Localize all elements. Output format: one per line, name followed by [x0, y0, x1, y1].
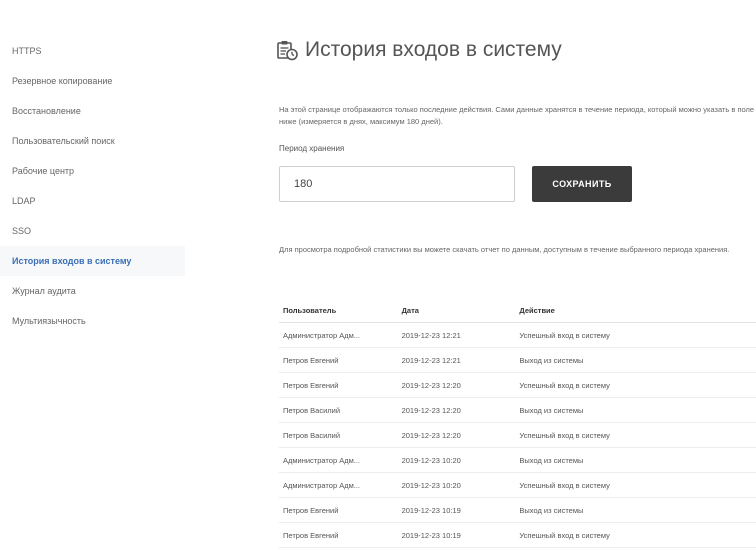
period-label: Период хранения: [279, 144, 345, 153]
cell-user: Администратор Адм...: [279, 322, 398, 348]
cell-user: Петров Евгений: [279, 347, 398, 373]
download-info-text: Для просмотра подробной статистики вы мо…: [279, 244, 730, 254]
login-history-table: Пользователь Дата Действие Администратор…: [279, 298, 756, 548]
column-header-user: Пользователь: [279, 298, 398, 323]
cell-date: 2019-12-23 10:20: [397, 472, 516, 498]
table-row: Петров Василий 2019-12-23 12:20 Успешный…: [279, 422, 756, 448]
cell-date: 2019-12-23 10:20: [397, 447, 516, 473]
cell-user: Петров Евгений: [279, 372, 398, 398]
sidebar-menu: HTTPS Резервное копирование Восстановлен…: [0, 36, 185, 336]
cell-user: Администратор Адм...: [279, 447, 398, 473]
cell-user: Петров Василий: [279, 422, 398, 448]
cell-date: 2019-12-23 12:20: [397, 397, 516, 423]
cell-action: Успешный вход в систему: [515, 322, 756, 348]
sidebar-item-multilanguage[interactable]: Мультиязычность: [0, 306, 185, 336]
table-row: Администратор Адм... 2019-12-23 10:20 Вы…: [279, 447, 756, 473]
table-row: Петров Евгений 2019-12-23 10:19 Выход из…: [279, 497, 756, 523]
cell-action: Успешный вход в систему: [515, 422, 756, 448]
cell-date: 2019-12-23 12:20: [397, 372, 516, 398]
cell-action: Выход из системы: [515, 497, 756, 523]
login-history-icon: [275, 38, 299, 62]
cell-date: 2019-12-23 10:19: [397, 522, 516, 548]
sidebar-item-custom-search[interactable]: Пользовательский поиск: [0, 126, 185, 156]
column-header-action: Действие: [515, 298, 756, 323]
cell-user: Администратор Адм...: [279, 472, 398, 498]
period-input[interactable]: [279, 166, 515, 202]
table-row: Администратор Адм... 2019-12-23 12:21 Ус…: [279, 322, 756, 348]
sidebar-item-sso[interactable]: SSO: [0, 216, 185, 246]
table-row: Петров Евгений 2019-12-23 10:19 Успешный…: [279, 522, 756, 548]
cell-action: Выход из системы: [515, 397, 756, 423]
cell-action: Успешный вход в систему: [515, 372, 756, 398]
table-row: Петров Евгений 2019-12-23 12:21 Выход из…: [279, 347, 756, 373]
cell-date: 2019-12-23 10:19: [397, 497, 516, 523]
table-row: Петров Василий 2019-12-23 12:20 Выход из…: [279, 397, 756, 423]
cell-action: Выход из системы: [515, 447, 756, 473]
sidebar-item-backup[interactable]: Резервное копирование: [0, 66, 185, 96]
sidebar: HTTPS Резервное копирование Восстановлен…: [0, 0, 185, 541]
cell-action: Успешный вход в систему: [515, 522, 756, 548]
sidebar-item-login-history[interactable]: История входов в систему: [0, 246, 185, 276]
sidebar-item-ldap[interactable]: LDAP: [0, 186, 185, 216]
cell-date: 2019-12-23 12:21: [397, 322, 516, 348]
main-content: История входов в систему На этой страниц…: [275, 0, 756, 548]
save-button[interactable]: СОХРАНИТЬ: [532, 166, 632, 202]
sidebar-item-restore[interactable]: Восстановление: [0, 96, 185, 126]
cell-action: Выход из системы: [515, 347, 756, 373]
cell-date: 2019-12-23 12:20: [397, 422, 516, 448]
sidebar-item-audit-log[interactable]: Журнал аудита: [0, 276, 185, 306]
cell-action: Успешный вход в систему: [515, 472, 756, 498]
page-title: История входов в систему: [305, 38, 562, 61]
cell-user: Петров Василий: [279, 397, 398, 423]
sidebar-item-workcenter[interactable]: Рабочие центр: [0, 156, 185, 186]
cell-user: Петров Евгений: [279, 497, 398, 523]
column-header-date: Дата: [397, 298, 516, 323]
table-row: Петров Евгений 2019-12-23 12:20 Успешный…: [279, 372, 756, 398]
page-description: На этой странице отображаются только пос…: [279, 104, 755, 126]
sidebar-item-https[interactable]: HTTPS: [0, 36, 185, 66]
table-row: Администратор Адм... 2019-12-23 10:20 Ус…: [279, 472, 756, 498]
cell-date: 2019-12-23 12:21: [397, 347, 516, 373]
page-header: История входов в систему: [275, 36, 562, 64]
cell-user: Петров Евгений: [279, 522, 398, 548]
table-header-row: Пользователь Дата Действие: [279, 298, 756, 323]
